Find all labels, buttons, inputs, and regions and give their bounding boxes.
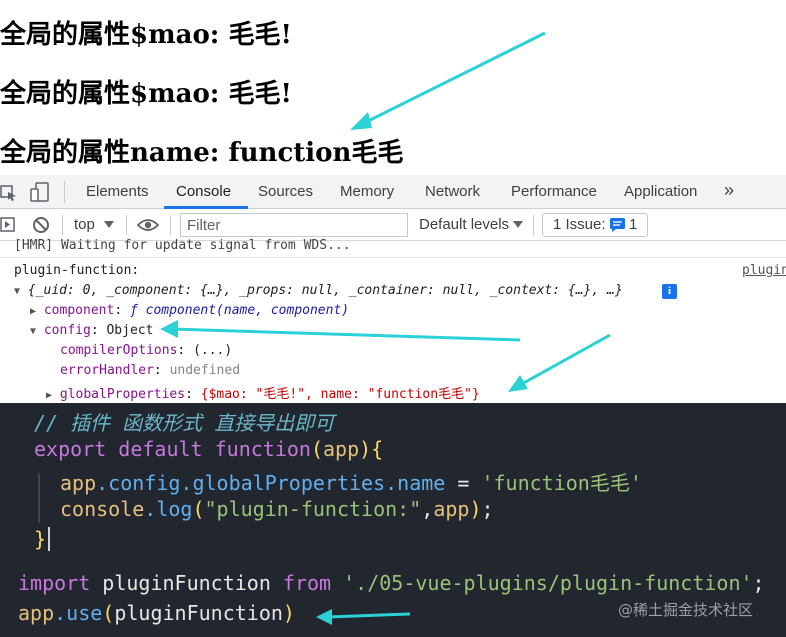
device-toolbar-icon[interactable] (30, 181, 50, 203)
global-mao-text-2: 全局的属性$mao: 毛毛! (0, 79, 292, 109)
console-hmr-message: [HMR] Waiting for update signal from WDS… (14, 238, 351, 253)
global-mao-text-1: 全局的属性$mao: 毛毛! (0, 20, 292, 50)
sidebar-toggle-icon[interactable] (0, 217, 16, 233)
tab-network[interactable]: Network (425, 183, 480, 200)
chevron-down-icon (513, 221, 523, 228)
config-row[interactable]: ▼ config: Object (30, 323, 153, 338)
log-levels-dropdown[interactable]: Default levels (419, 216, 509, 233)
issues-label: 1 Issue: (553, 216, 606, 233)
tab-performance[interactable]: Performance (511, 183, 597, 200)
tab-memory[interactable]: Memory (340, 183, 394, 200)
watermark: @稀土掘金技术社区 (618, 601, 754, 619)
console-log-label: plugin-function: (14, 263, 140, 278)
global-properties-row[interactable]: ▶ globalProperties: {$mao: "毛毛!", name: … (46, 383, 480, 402)
code-close-brace: } (34, 527, 51, 551)
code-config-line: app.config.globalProperties.name = 'func… (60, 471, 642, 495)
code-import-line: import pluginFunction from './05-vue-plu… (18, 571, 765, 595)
code-comment: // 插件 函数形式 直接导出即可 (34, 411, 335, 435)
compiler-options-row[interactable]: compilerOptions: (...) (60, 343, 232, 358)
tab-sources[interactable]: Sources (258, 183, 313, 200)
inspect-element-icon[interactable] (0, 183, 18, 201)
tab-console[interactable]: Console (176, 183, 231, 200)
devtools-tab-bar: Elements Console Sources Memory Network … (0, 175, 786, 209)
object-summary-row[interactable]: ▼ {_uid: 0, _component: {…}, _props: nul… (14, 283, 623, 298)
eye-icon[interactable] (137, 217, 159, 233)
code-use-line: app.use(pluginFunction) (18, 601, 295, 625)
message-icon (610, 218, 625, 232)
code-export-line: export default function(app){ (34, 437, 384, 461)
code-console-line: console.log("plugin-function:",app); (60, 497, 494, 521)
context-selector[interactable]: top (74, 216, 95, 233)
console-source-link[interactable]: plugin (742, 263, 786, 278)
tab-elements[interactable]: Elements (86, 183, 149, 200)
console-toolbar: top Filter Default levels 1 Issue: 1 (0, 209, 786, 241)
issues-count: 1 (629, 216, 638, 233)
global-name-text: 全局的属性name: function毛毛 (0, 138, 404, 168)
console-output: [HMR] Waiting for update signal from WDS… (0, 238, 786, 403)
chevron-down-icon (104, 221, 114, 228)
more-tabs-button[interactable]: » (724, 180, 734, 201)
arrow-head-page (350, 112, 372, 130)
devtools-panel: Elements Console Sources Memory Network … (0, 175, 786, 403)
error-handler-row: errorHandler: undefined (60, 363, 241, 378)
info-icon[interactable]: i (662, 284, 677, 299)
clear-console-icon[interactable] (32, 216, 50, 234)
issues-button[interactable]: 1 Issue: 1 (542, 213, 648, 237)
code-editor: // 插件 函数形式 直接导出即可 export default functio… (0, 403, 786, 637)
filter-input[interactable]: Filter (180, 213, 408, 237)
object-summary: {_uid: 0, _component: {…}, _props: null,… (27, 283, 623, 298)
tab-application[interactable]: Application (624, 183, 697, 200)
component-row[interactable]: ▶ component: ƒ component(name, component… (30, 303, 349, 318)
